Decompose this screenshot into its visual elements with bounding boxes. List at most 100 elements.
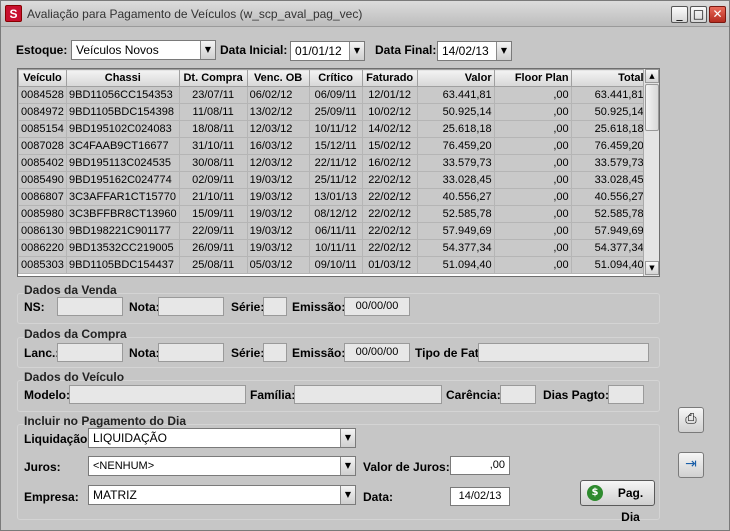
tipo-fat-field[interactable] xyxy=(478,343,649,362)
table-cell: 9BD1105BDC154398 xyxy=(66,103,180,121)
table-cell: 19/03/12 xyxy=(246,222,310,240)
table-row[interactable]: 0085402 9BD195113C024535 30/08/11 12/03/12 2… xyxy=(18,154,647,172)
estoque-select[interactable]: Veículos Novos ▼ xyxy=(71,40,216,60)
column-header[interactable]: Crítico xyxy=(308,69,363,87)
table-cell: 25/09/11 xyxy=(308,103,363,121)
table-row[interactable]: 0085980 3C3BFFBR8CT13960 15/09/11 19/03/12 0… xyxy=(18,205,647,223)
data-label: Data: xyxy=(363,490,394,504)
venda-nota-field[interactable] xyxy=(158,297,224,316)
table-row[interactable]: 0086807 3C3AFFAR1CT15770 21/10/11 19/03/12 1… xyxy=(18,188,647,206)
tipo-fat-label: Tipo de Fat: xyxy=(415,346,483,360)
main-window: S Avaliação para Pagamento de Veículos (… xyxy=(0,0,730,531)
data-field[interactable]: 14/02/13 xyxy=(450,487,510,506)
table-cell: 22/02/12 xyxy=(361,188,418,206)
scroll-thumb[interactable] xyxy=(645,84,659,131)
column-header[interactable]: Total xyxy=(570,69,647,87)
table-cell: 76.459,20 xyxy=(570,137,647,155)
table-cell: 0085303 xyxy=(18,256,67,274)
window-title: Avaliação para Pagamento de Veículos (w_… xyxy=(27,7,363,21)
table-cell: ,00 xyxy=(493,86,572,104)
title-bar[interactable]: S Avaliação para Pagamento de Veículos (… xyxy=(1,1,729,27)
chevron-down-icon[interactable]: ▼ xyxy=(340,429,355,447)
estoque-label: Estoque: xyxy=(16,43,68,57)
column-header[interactable]: Venc. OB xyxy=(246,69,310,87)
table-row[interactable]: 0085154 9BD195102C024083 18/08/11 12/03/12 1… xyxy=(18,120,647,138)
liquidacao-select[interactable]: LIQUIDAÇÃO ▼ xyxy=(88,428,356,448)
familia-field[interactable] xyxy=(294,385,442,404)
data-final-field[interactable]: 14/02/13 ▼ xyxy=(437,41,512,61)
compra-emissao-field[interactable]: 00/00/00 xyxy=(344,343,410,362)
table-cell: 15/12/11 xyxy=(308,137,363,155)
calendar-dropdown-icon[interactable]: ▼ xyxy=(349,42,364,60)
minimize-icon[interactable]: _ xyxy=(671,6,688,23)
valor-juros-field[interactable]: ,00 xyxy=(450,456,510,475)
pag-dia-button[interactable]: $ Pag. Dia xyxy=(580,480,655,524)
empresa-select[interactable]: MATRIZ ▼ xyxy=(88,485,356,505)
vehicle-grid[interactable]: Veículo Chassi Dt. Compra Venc. OB Crítico Fa… xyxy=(17,68,660,277)
table-cell: 0086807 xyxy=(18,188,67,206)
table-row[interactable]: 0085303 9BD1105BDC154437 25/08/11 05/03/12 0… xyxy=(18,256,647,274)
table-cell: 25/11/12 xyxy=(308,171,363,189)
printer-icon[interactable]: ⎙ xyxy=(678,407,704,433)
column-header[interactable]: Veículo xyxy=(18,69,67,87)
column-header[interactable]: Valor xyxy=(416,69,495,87)
table-cell: ,00 xyxy=(493,239,572,257)
close-icon[interactable]: ✕ xyxy=(709,6,726,23)
table-cell: 3C3AFFAR1CT15770 xyxy=(66,188,180,206)
table-cell: 52.585,78 xyxy=(570,205,647,223)
venda-serie-label: Série: xyxy=(231,300,265,314)
calendar-dropdown-icon[interactable]: ▼ xyxy=(496,42,511,60)
empresa-label: Empresa: xyxy=(24,490,79,504)
compra-nota-field[interactable] xyxy=(158,343,224,362)
scroll-down-icon[interactable]: ▼ xyxy=(645,261,659,275)
table-cell: 19/03/12 xyxy=(246,171,310,189)
table-row[interactable]: 0084528 9BD11056CC154353 23/07/11 06/02/12 0… xyxy=(18,86,647,104)
table-cell: ,00 xyxy=(493,256,572,274)
carencia-field[interactable] xyxy=(500,385,536,404)
chevron-down-icon[interactable]: ▼ xyxy=(340,457,355,475)
table-cell: 3C4FAAB9CT16677 xyxy=(66,137,180,155)
column-header[interactable]: Dt. Compra xyxy=(178,69,248,87)
exit-door-icon[interactable]: ⇥ xyxy=(678,452,704,478)
scroll-up-icon[interactable]: ▲ xyxy=(645,69,659,83)
table-row[interactable]: 0084972 9BD1105BDC154398 11/08/11 13/02/12 2… xyxy=(18,103,647,121)
column-header[interactable]: Faturado xyxy=(361,69,418,87)
modelo-field[interactable] xyxy=(69,385,246,404)
money-icon: $ xyxy=(587,485,603,501)
table-cell: 13/01/13 xyxy=(308,188,363,206)
pag-dia-label: Pag. Dia xyxy=(617,486,644,524)
table-row[interactable]: 0086130 9BD198221C901177 22/09/11 19/03/12 0… xyxy=(18,222,647,240)
table-row[interactable]: 0085490 9BD195162C024774 02/09/11 19/03/12 2… xyxy=(18,171,647,189)
table-cell: 31/10/11 xyxy=(178,137,248,155)
dias-pagto-label: Dias Pagto: xyxy=(543,388,610,402)
table-cell: 22/02/12 xyxy=(361,171,418,189)
ns-field[interactable] xyxy=(57,297,123,316)
chevron-down-icon[interactable]: ▼ xyxy=(340,486,355,504)
table-cell: 19/03/12 xyxy=(246,188,310,206)
compra-serie-field[interactable] xyxy=(263,343,287,362)
table-cell: 54.377,34 xyxy=(416,239,495,257)
table-row[interactable]: 0086220 9BD13532CC219005 26/09/11 19/03/12 1… xyxy=(18,239,647,257)
table-cell: 9BD13532CC219005 xyxy=(66,239,180,257)
table-cell: 25/08/11 xyxy=(178,256,248,274)
table-cell: 33.579,73 xyxy=(570,154,647,172)
lanc-field[interactable] xyxy=(57,343,123,362)
venda-emissao-field[interactable]: 00/00/00 xyxy=(344,297,410,316)
dias-pagto-field[interactable] xyxy=(608,385,644,404)
chevron-down-icon[interactable]: ▼ xyxy=(200,41,215,59)
column-header[interactable]: Floor Plan xyxy=(493,69,572,87)
juros-select[interactable]: <NENHUM> ▼ xyxy=(88,456,356,476)
venda-serie-field[interactable] xyxy=(263,297,287,316)
table-cell: 12/01/12 xyxy=(361,86,418,104)
table-cell: 06/02/12 xyxy=(246,86,310,104)
table-cell: 57.949,69 xyxy=(570,222,647,240)
grid-scrollbar[interactable]: ▲ ▼ xyxy=(643,69,659,276)
table-cell: 76.459,20 xyxy=(416,137,495,155)
table-row[interactable]: 0087028 3C4FAAB9CT16677 31/10/11 16/03/12 15… xyxy=(18,137,647,155)
grid-header-row: Veículo Chassi Dt. Compra Venc. OB Crítico Fa… xyxy=(18,69,647,87)
column-header[interactable]: Chassi xyxy=(66,69,180,87)
table-cell: 0084972 xyxy=(18,103,67,121)
compra-emissao-label: Emissão: xyxy=(292,346,346,360)
maximize-icon[interactable]: □ xyxy=(690,6,707,23)
data-inicial-field[interactable]: 01/01/12 ▼ xyxy=(290,41,365,61)
